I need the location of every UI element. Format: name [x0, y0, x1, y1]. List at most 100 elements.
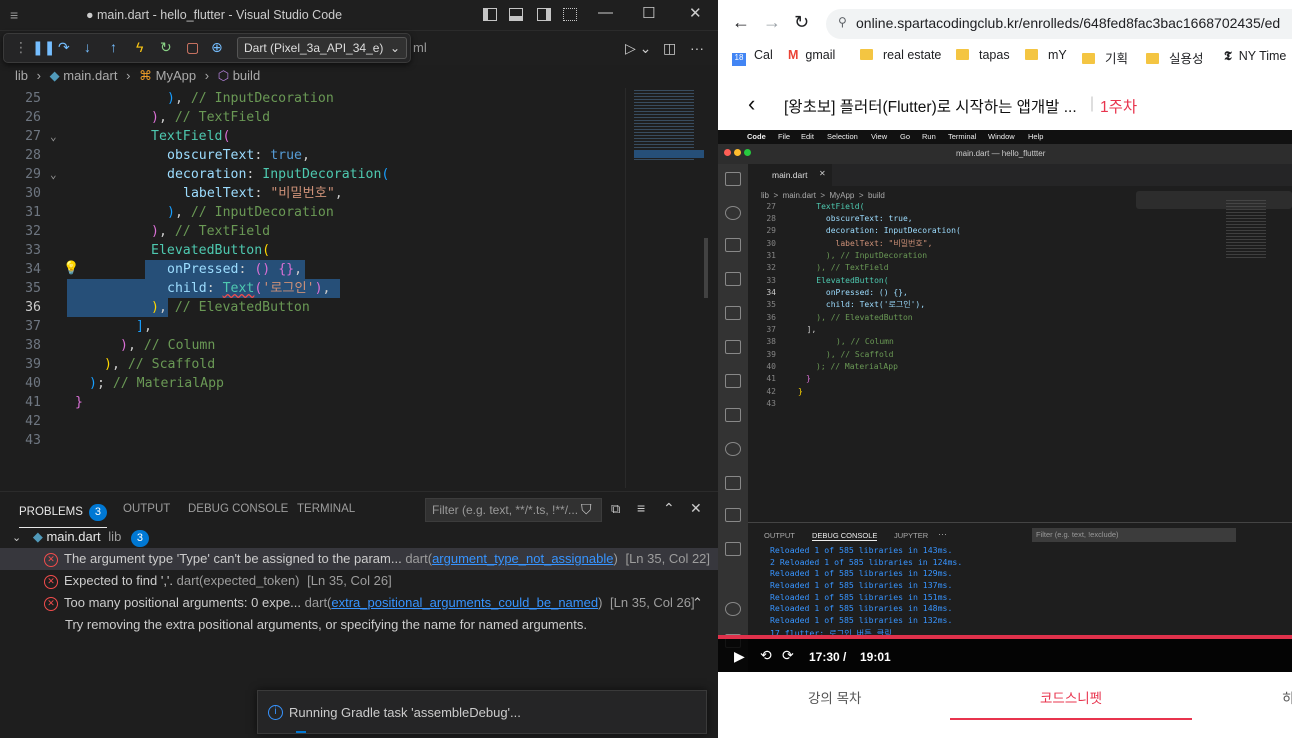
close-icon[interactable]: ✕: [689, 4, 702, 22]
step-over-icon[interactable]: ↷: [58, 39, 70, 56]
code-line: 28 obscureText: true,: [25, 148, 310, 163]
bookmark-cal[interactable]: 18 Cal: [732, 48, 773, 66]
tab-partial[interactable]: 히: [1282, 687, 1292, 707]
problems-file-group[interactable]: ⌄ ◆ main.dart lib 3: [0, 526, 718, 548]
folder-icon: [956, 49, 969, 60]
hot-reload-icon[interactable]: ϟ: [136, 39, 143, 55]
back-icon[interactable]: ←: [732, 12, 750, 33]
tab-output[interactable]: OUTPUT: [123, 503, 170, 515]
site-info-icon[interactable]: ⚲: [838, 15, 847, 29]
video-code-line: 34 onPressed: () {},: [766, 288, 908, 297]
tab-course-contents[interactable]: 강의 목차: [808, 687, 861, 707]
tab-problems[interactable]: PROBLEMS 3: [19, 504, 107, 528]
breadcrumb-folder[interactable]: lib: [15, 68, 28, 83]
code-line: 41}: [25, 395, 83, 410]
collapse-all-icon[interactable]: ⧉: [611, 501, 620, 517]
dart-file-icon: ◆: [49, 68, 60, 83]
forward-icon[interactable]: →: [763, 12, 781, 33]
bookmark-my[interactable]: mY: [1025, 48, 1067, 62]
code-line: 32), // TextField: [25, 224, 271, 239]
maximize-icon[interactable]: ☐: [642, 4, 655, 22]
titlebar: ≡ ● main.dart - hello_flutter - Visual S…: [0, 0, 718, 31]
error-icon: ✕: [44, 552, 58, 567]
vscode-window: ≡ ● main.dart - hello_flutter - Visual S…: [0, 0, 718, 738]
problem-row[interactable]: ✕ Expected to find ','. dart(expected_tok…: [0, 570, 718, 592]
chevron-down-icon: ⌄: [50, 130, 57, 143]
problem-code-link[interactable]: argument_type_not_assignable: [432, 551, 613, 566]
code-line: 30 labelText: "비밀번호",: [25, 186, 343, 201]
view-as-list-icon[interactable]: ≡: [637, 500, 645, 516]
toggle-panel-icon[interactable]: [509, 8, 523, 21]
video-code-line: 37 ],: [766, 325, 817, 334]
play-icon[interactable]: ▶: [734, 648, 745, 665]
stop-icon[interactable]: ▢: [186, 39, 199, 56]
bookmark-real-estate[interactable]: real estate: [860, 48, 941, 62]
bookmark-tapas[interactable]: tapas: [956, 48, 1010, 62]
time-total: 19:01: [860, 650, 891, 664]
code-line: 35 child: Text('로그인'),: [25, 281, 331, 296]
drag-handle-icon[interactable]: ⋮: [14, 39, 28, 56]
run-icon[interactable]: ▷ ⌄: [625, 40, 651, 57]
pause-icon[interactable]: ❚❚: [32, 39, 55, 56]
minimize-icon[interactable]: —: [598, 4, 613, 21]
code-line: 38), // Column: [25, 338, 216, 353]
code-line: 42: [25, 414, 41, 429]
code-line: 31), // InputDecoration: [25, 205, 334, 220]
close-panel-icon[interactable]: ✕: [690, 500, 702, 517]
video-code-line: 33 ElevatedButton(: [766, 276, 889, 285]
active-tab-indicator: [950, 718, 1192, 720]
back-chevron-icon[interactable]: ‹: [748, 91, 755, 117]
bookmark-gmail[interactable]: Mgmail: [788, 48, 835, 62]
lecture-video[interactable]: Code File Edit Selection View Go Run Ter…: [718, 130, 1292, 672]
step-out-icon[interactable]: ↑: [110, 39, 117, 55]
file-problems-badge: 3: [130, 530, 149, 547]
forward-10-icon[interactable]: ⟳: [782, 647, 794, 664]
video-code-line: 31 ), // InputDecoration: [766, 251, 928, 260]
tab-terminal[interactable]: TERMINAL: [297, 503, 355, 515]
breadcrumb-class[interactable]: MyApp: [156, 68, 196, 83]
minimap[interactable]: [625, 88, 708, 488]
bookmark-planning[interactable]: 기획: [1082, 48, 1128, 67]
problem-code-link[interactable]: extra_positional_arguments_could_be_name…: [331, 595, 598, 610]
bookmark-practical[interactable]: 실용성: [1146, 48, 1204, 67]
menu-icon[interactable]: ≡: [10, 7, 18, 23]
chevron-up-icon[interactable]: ⌃: [663, 500, 675, 517]
problem-row[interactable]: ✕ Too many positional arguments: 0 expe..…: [0, 592, 718, 614]
video-code-line: 43: [766, 399, 776, 408]
breadcrumb-file[interactable]: main.dart: [63, 68, 117, 83]
problem-row[interactable]: ✕ The argument type 'Type' can't be assig…: [0, 548, 718, 570]
breadcrumb: lib › ◆ main.dart › ⌘ MyApp › ⬡ build: [15, 68, 261, 83]
notification-toast[interactable]: i Running Gradle task 'assembleDebug'...: [257, 690, 707, 734]
folder-icon: [1146, 53, 1159, 64]
toggle-secondary-sidebar-icon[interactable]: [537, 8, 551, 21]
restart-icon[interactable]: ↻: [160, 39, 172, 56]
dart-file-icon: ◆: [32, 529, 43, 544]
bookmark-nytimes[interactable]: 𝕿 NY Time: [1224, 48, 1286, 64]
toggle-sidebar-icon[interactable]: [483, 8, 497, 21]
reload-icon[interactable]: ↻: [794, 12, 809, 33]
video-code-line: 30 labelText: "비밀번호",: [766, 239, 933, 248]
breadcrumb-method[interactable]: build: [233, 68, 260, 83]
debug-target-select[interactable]: Dart (Pixel_3a_API_34_e) ⌄: [237, 37, 407, 59]
devtools-icon[interactable]: ⊕: [211, 39, 223, 56]
chevron-down-icon: ⌄: [389, 41, 400, 55]
split-editor-icon[interactable]: ◫: [663, 40, 676, 57]
tab-code-snippets[interactable]: 코드스니펫: [1040, 687, 1102, 707]
tab-debug-console[interactable]: DEBUG CONSOLE: [188, 503, 288, 515]
chevron-down-icon: ⌄: [50, 168, 57, 181]
time-current: 17:30 /: [809, 650, 847, 664]
error-icon: ✕: [44, 574, 58, 589]
customize-layout-icon[interactable]: [563, 8, 577, 21]
code-line: 36), // ElevatedButton: [25, 300, 310, 315]
chevron-up-icon[interactable]: ⌃: [692, 592, 703, 614]
url-input[interactable]: ⚲ online.spartacodingclub.kr/enrolleds/6…: [826, 9, 1292, 39]
problems-filter-input[interactable]: Filter (e.g. text, **/*.ts, !**/...: [425, 498, 602, 522]
problems-count-badge: 3: [88, 504, 107, 521]
tab-label[interactable]: ml: [413, 40, 427, 55]
code-editor[interactable]: 💡 25), // InputDecoration 26), // TextFi…: [0, 88, 718, 490]
step-into-icon[interactable]: ↓: [84, 39, 91, 55]
rewind-10-icon[interactable]: ⟲: [760, 647, 772, 664]
filter-icon[interactable]: ⛉: [581, 501, 592, 518]
more-actions-icon[interactable]: ···: [690, 40, 704, 56]
code-line: 39), // Scaffold: [25, 357, 216, 372]
